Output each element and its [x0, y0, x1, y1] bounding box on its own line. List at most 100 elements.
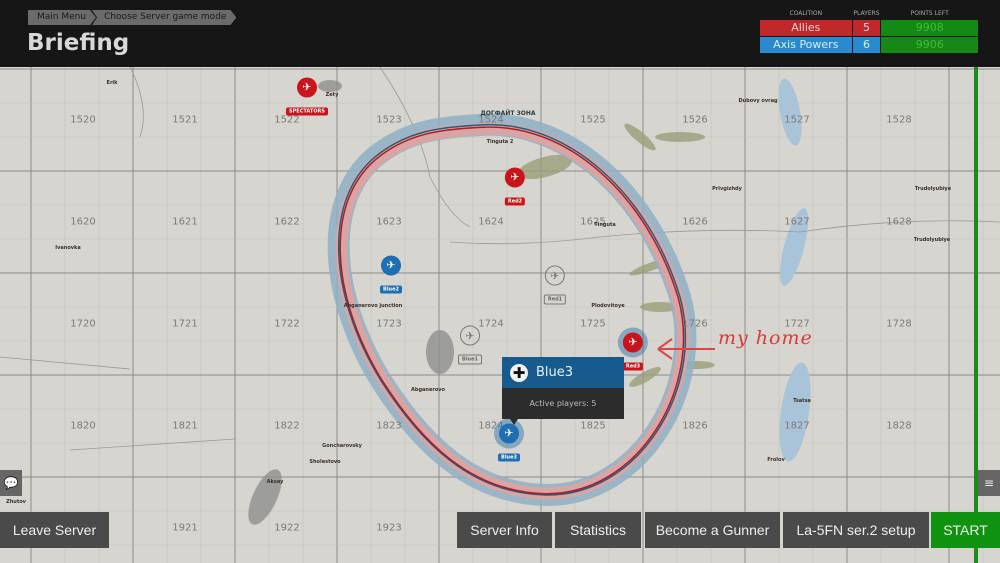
grid-square-label: 1826	[682, 420, 708, 432]
grid-square-label: 1922	[274, 522, 300, 534]
list-icon[interactable]: ≡	[978, 470, 1000, 496]
marker-label: Red1	[543, 294, 567, 305]
marker-label: Blue2	[380, 285, 402, 294]
become-gunner-button[interactable]: Become a Gunner	[645, 512, 780, 548]
place-name: Dubovy ovrag	[738, 98, 778, 104]
statistics-button[interactable]: Statistics	[555, 512, 641, 548]
start-button[interactable]: START	[931, 512, 1000, 548]
grid-square-label: 1627	[784, 216, 810, 228]
grid-square-label: 1822	[274, 420, 300, 432]
scoreboard-row-axis: Axis Powers 6 9906	[760, 37, 978, 53]
balkenkreuz-icon: ✚	[510, 363, 528, 382]
marker-red2[interactable]: ✈ Red2	[504, 167, 526, 207]
points-header: POINTS LEFT	[910, 10, 949, 17]
plane-icon: ✈	[623, 332, 643, 353]
place-name: Ivanovka	[55, 245, 81, 251]
tooltip-title: Blue3	[536, 365, 574, 380]
marker-blue2[interactable]: ✈ Blue2	[380, 255, 402, 295]
place-name: Privgizhdy	[712, 186, 742, 192]
grid-square-label: 1725	[580, 318, 606, 330]
place-name: Tsatsa	[793, 398, 811, 404]
place-name: Erik	[106, 80, 118, 86]
marker-blue3[interactable]: ✈ Blue3	[498, 423, 520, 463]
marker-label: Red2	[504, 197, 526, 206]
breadcrumb-main-menu[interactable]: Main Menu	[28, 10, 96, 25]
players-header: PLAYERS	[853, 10, 880, 17]
place-name: Sholestovo	[309, 459, 341, 465]
grid-square-label: 1820	[70, 420, 96, 432]
coalition-name: Axis Powers	[760, 37, 852, 53]
marker-red1[interactable]: ✈ Red1	[543, 265, 567, 305]
aircraft-setup-button[interactable]: La-5FN ser.2 setup	[783, 512, 929, 548]
plane-icon: ✈	[381, 255, 401, 276]
place-name: Goncharovsky	[322, 443, 362, 449]
chat-icon[interactable]: 💬	[0, 470, 22, 496]
plane-icon: ✈	[545, 265, 565, 286]
grid-square-label: 1823	[376, 420, 402, 432]
grid-square-label: 1621	[172, 216, 198, 228]
plane-icon: ✈	[297, 77, 317, 98]
grid-square-label: 1825	[580, 420, 606, 432]
breadcrumb-choose-server[interactable]: Choose Server game mode	[92, 10, 236, 25]
coalition-scoreboard: COALITION PLAYERS POINTS LEFT Allies 5 9…	[760, 8, 978, 54]
place-name: Tinguta 2	[486, 139, 514, 145]
grid-square-label: 1527	[784, 114, 810, 126]
place-name: Frolov	[767, 457, 785, 463]
tooltip-tail	[510, 419, 518, 425]
grid-square-label: 1620	[70, 216, 96, 228]
header-bar: Main Menu Choose Server game mode Briefi…	[0, 0, 1000, 67]
grid-square-label: 1921	[172, 522, 198, 534]
coalition-name: Allies	[760, 20, 852, 36]
plane-icon: ✈	[499, 423, 519, 444]
grid-square-label: 1624	[478, 216, 504, 228]
grid-square-label: 1724	[478, 318, 504, 330]
plane-icon: ✈	[460, 325, 480, 346]
points-left: 9908	[881, 20, 978, 36]
grid-square-label: 1827	[784, 420, 810, 432]
grid-square-label: 1828	[886, 420, 912, 432]
place-name: Abganerovo	[411, 387, 445, 393]
player-count: 6	[852, 37, 881, 53]
marker-label: Blue1	[458, 354, 482, 365]
marker-red3[interactable]: ✈ Red3	[622, 332, 644, 372]
grid-square-label: 1520	[70, 114, 96, 126]
handwritten-annotation: my home	[718, 327, 813, 349]
leave-server-button[interactable]: Leave Server	[0, 512, 109, 548]
grid-square-label: 1526	[682, 114, 708, 126]
marker-label: Blue3	[498, 453, 520, 462]
place-name: Zhutov	[6, 499, 26, 505]
place-name: Tinguta	[594, 222, 616, 228]
grid-square-label: 1923	[376, 522, 402, 534]
marker-label: SPECTATORS	[286, 107, 328, 116]
grid-square-label: 1521	[172, 114, 198, 126]
grid-square-label: 1721	[172, 318, 198, 330]
grid-square-label: 1628	[886, 216, 912, 228]
marker-tooltip: ✚ Blue3 Active players: 5	[502, 357, 624, 425]
grid-square-label: 1622	[274, 216, 300, 228]
grid-square-label: 1525	[580, 114, 606, 126]
grid-square-label: 1728	[886, 318, 912, 330]
grid-square-label: 1821	[172, 420, 198, 432]
plane-icon: ✈	[505, 167, 525, 188]
marker-label: Red3	[622, 362, 644, 371]
grid-square-label: 1528	[886, 114, 912, 126]
player-count: 5	[852, 20, 881, 36]
page-title: Briefing	[27, 30, 130, 56]
grid-square-label: 1523	[376, 114, 402, 126]
place-name: Abganerovo junction	[343, 303, 403, 309]
dogfight-zone-label: ДОГФАЙТ ЗОНА	[480, 110, 536, 117]
grid-square-label: 1623	[376, 216, 402, 228]
server-info-button[interactable]: Server Info	[457, 512, 552, 548]
scoreboard-row-allies: Allies 5 9908	[760, 20, 978, 36]
grid-square-label: 1626	[682, 216, 708, 228]
marker-blue1[interactable]: ✈ Blue1	[458, 325, 482, 365]
place-name: Plodovitoye	[591, 303, 625, 309]
points-left: 9906	[881, 37, 978, 53]
briefing-map[interactable]: 1520 1521 1522 1523 1524 1525 1526 1527 1528 1620…	[0, 67, 1000, 563]
marker-spectators[interactable]: ✈ SPECTATORS	[286, 77, 328, 117]
grid-square-label: 1720	[70, 318, 96, 330]
breadcrumb: Main Menu Choose Server game mode	[28, 10, 232, 25]
tooltip-active-players: Active players: 5	[502, 388, 624, 419]
coalition-header: COALITION	[789, 10, 823, 17]
grid-square-label: 1726	[682, 318, 708, 330]
